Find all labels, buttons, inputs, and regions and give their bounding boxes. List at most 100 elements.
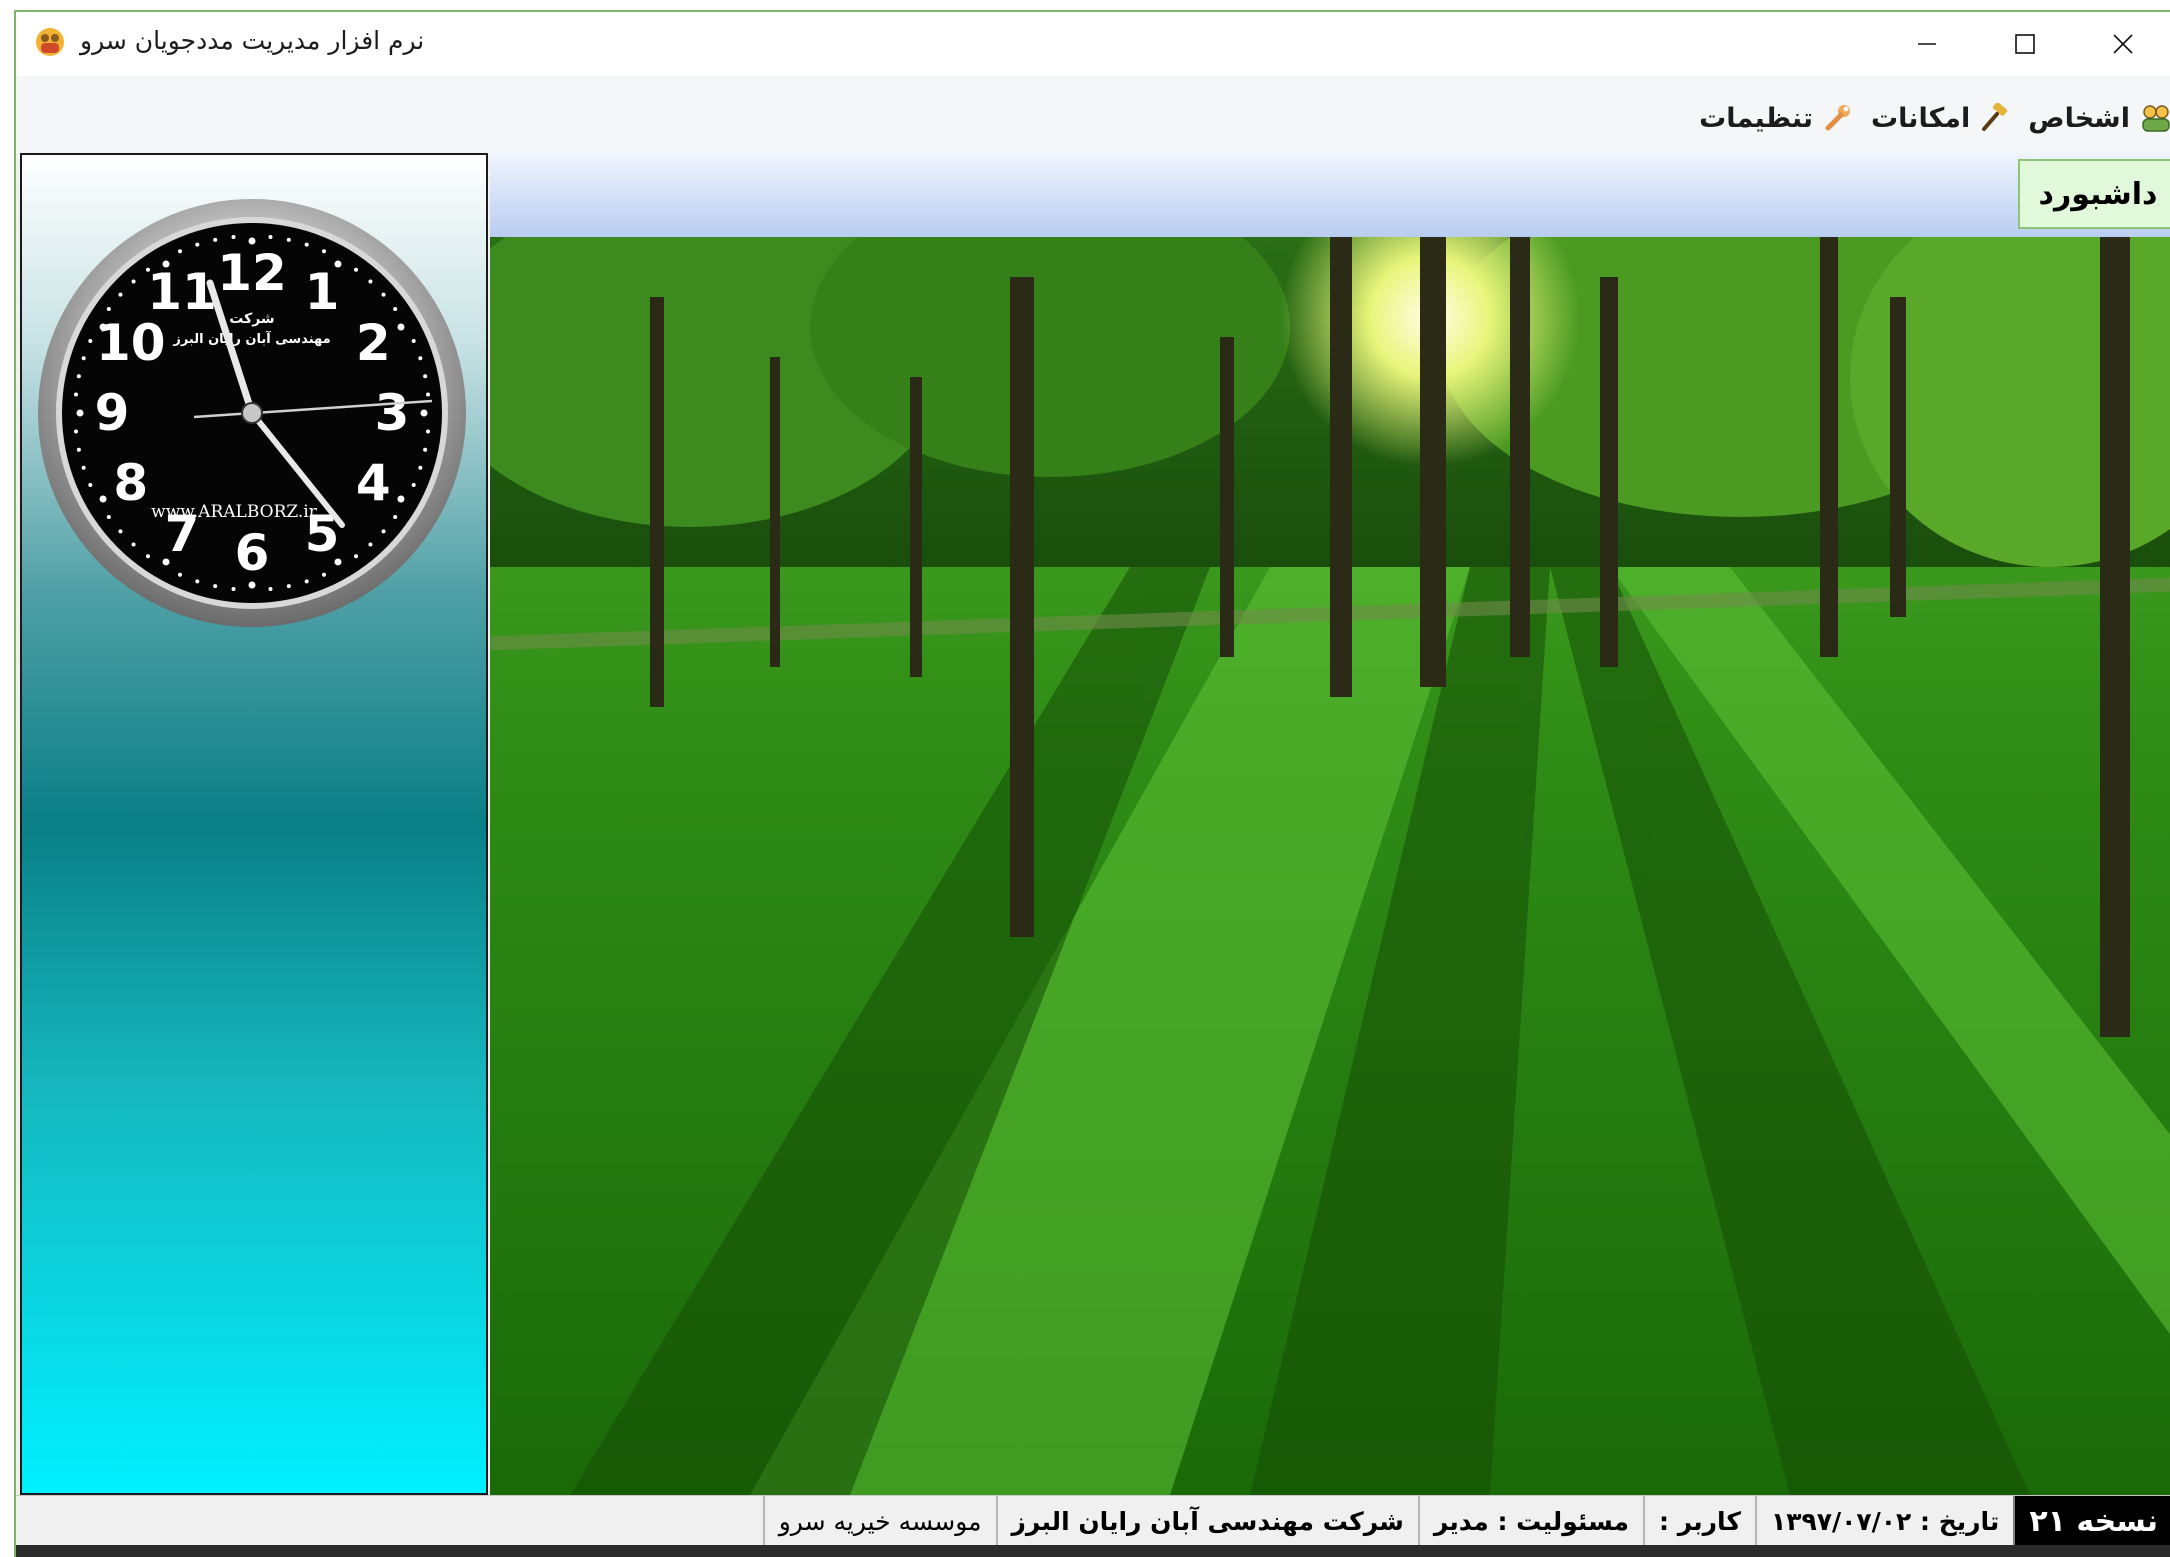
clock-tick [354, 554, 359, 559]
side-panel: 12 1 2 3 4 5 6 7 8 9 10 11 شرکت مهندسی آبان رایان ا… [20, 153, 488, 1495]
bottom-edge [16, 1545, 2170, 1557]
window-title: نرم افزار مدیریت مددجویان سرو [80, 26, 425, 55]
clock-tick [81, 465, 86, 470]
clock-numeral: 3 [375, 384, 410, 442]
clock-numeral: 11 [147, 263, 217, 321]
status-organization: موسسه خیریه سرو [762, 1496, 996, 1546]
clock-tick [99, 495, 107, 503]
clock-tick [411, 482, 416, 487]
clock-tick [304, 579, 309, 584]
maximize-button[interactable] [1976, 12, 2074, 76]
menu-item-facilities[interactable]: امکانات [1871, 103, 2010, 134]
clock-tick [131, 542, 136, 547]
clock-tick [286, 584, 291, 589]
clock-tick [368, 542, 373, 547]
clock-numeral: 12 [217, 244, 287, 302]
status-role: مسئولیت : مدیر [1417, 1496, 1643, 1546]
clock-tick [213, 584, 218, 589]
minimize-icon [1918, 43, 1936, 45]
clock-tick [178, 572, 183, 577]
clock-numeral: 6 [235, 524, 270, 582]
clock-tick [106, 515, 111, 520]
close-button[interactable] [2074, 12, 2170, 76]
clock-tick [411, 339, 416, 344]
title-bar: نرم افزار مدیریت مددجویان سرو [16, 12, 2170, 76]
dashboard-background-image [490, 237, 2170, 1495]
clock-tick [381, 529, 386, 534]
clock-tick [73, 392, 78, 397]
main-window: نرم افزار مدیریت مددجویان سرو اشخاص امکا… [14, 10, 2170, 1557]
clock-tick [397, 495, 405, 503]
clock-numeral: 10 [96, 314, 166, 372]
tab-dashboard[interactable]: داشبورد [2018, 159, 2170, 229]
clock-tick [393, 515, 398, 520]
clock-tick [418, 465, 423, 470]
role-value: مدیر [1433, 1506, 1489, 1536]
version-badge: نسخه ۲۱ [2013, 1496, 2170, 1546]
clock-tick [118, 292, 123, 297]
close-icon [2113, 34, 2133, 54]
clock-tick [88, 339, 93, 344]
clock-tick [81, 356, 86, 361]
clock-tick [321, 572, 326, 577]
clock-tick [76, 409, 84, 417]
clock-tick [76, 374, 81, 379]
menu-item-people[interactable]: اشخاص [2028, 102, 2170, 134]
maximize-icon [2015, 34, 2035, 54]
clock-tick [231, 587, 236, 592]
clock-tick [426, 429, 431, 434]
clock-tick [231, 234, 236, 239]
clock-tick [145, 554, 150, 559]
clock-tick [397, 323, 405, 331]
clock-numeral: 9 [95, 384, 130, 442]
clock-tick [423, 374, 428, 379]
role-label: مسئولیت : [1497, 1506, 1629, 1536]
clock-numeral: 2 [356, 314, 391, 372]
menu-bar: اشخاص امکانات تنظیمات [16, 76, 2170, 158]
content-header: داشبورد [490, 153, 2170, 237]
status-user: کاربر : [1643, 1496, 1755, 1546]
clock-tick [426, 392, 431, 397]
date-label: تاریخ : [1920, 1506, 2000, 1536]
clock-tick [268, 587, 273, 592]
menu-item-label: تنظیمات [1699, 102, 1814, 134]
clock-tick [178, 249, 183, 254]
clock-tick [131, 279, 136, 284]
hammer-icon [1982, 103, 2008, 131]
status-date: تاریخ : ۱۳۹۷/۰۷/۰۲ [1754, 1496, 2013, 1546]
date-value: ۱۳۹۷/۰۷/۰۲ [1770, 1506, 1912, 1536]
clock-website: www.ARALBORZ.ir [151, 502, 318, 522]
clock-tick [354, 267, 359, 272]
minimize-button[interactable] [1878, 12, 1976, 76]
clock-tick [118, 529, 123, 534]
clock-tick [213, 237, 218, 242]
clock-tick [248, 581, 256, 589]
clock-tick [423, 447, 428, 452]
clock-tick [381, 292, 386, 297]
clock-tick [73, 429, 78, 434]
wrench-icon [1825, 105, 1851, 131]
clock-tick [286, 237, 291, 242]
menu-item-label: امکانات [1871, 102, 1971, 134]
clock-tick [195, 579, 200, 584]
status-bar: نسخه ۲۱ تاریخ : ۱۳۹۷/۰۷/۰۲ کاربر : مسئول… [16, 1495, 2170, 1546]
clock-tick [393, 306, 398, 311]
clock-tick [268, 234, 273, 239]
window-controls [1878, 12, 2170, 76]
user-label: کاربر : [1659, 1506, 1741, 1536]
clock-company-line2: مهندسی آبان رایان البرز [172, 330, 330, 347]
clock-company-line1: شرکت [229, 311, 274, 327]
clock-tick [368, 279, 373, 284]
clock-tick [88, 482, 93, 487]
app-icon [34, 26, 66, 58]
clock-numeral: 8 [113, 454, 148, 512]
people-icon [2142, 105, 2170, 132]
clock-tick [420, 409, 428, 417]
menu-item-label: اشخاص [2028, 102, 2130, 134]
clock-tick [321, 249, 326, 254]
analog-clock: 12 1 2 3 4 5 6 7 8 9 10 11 شرکت مهندسی آبان رایان ا… [34, 195, 470, 631]
clock-tick [76, 447, 81, 452]
clock-tick [304, 242, 309, 247]
menu-item-settings[interactable]: تنظیمات [1699, 103, 1853, 134]
clock-numeral: 1 [305, 263, 340, 321]
